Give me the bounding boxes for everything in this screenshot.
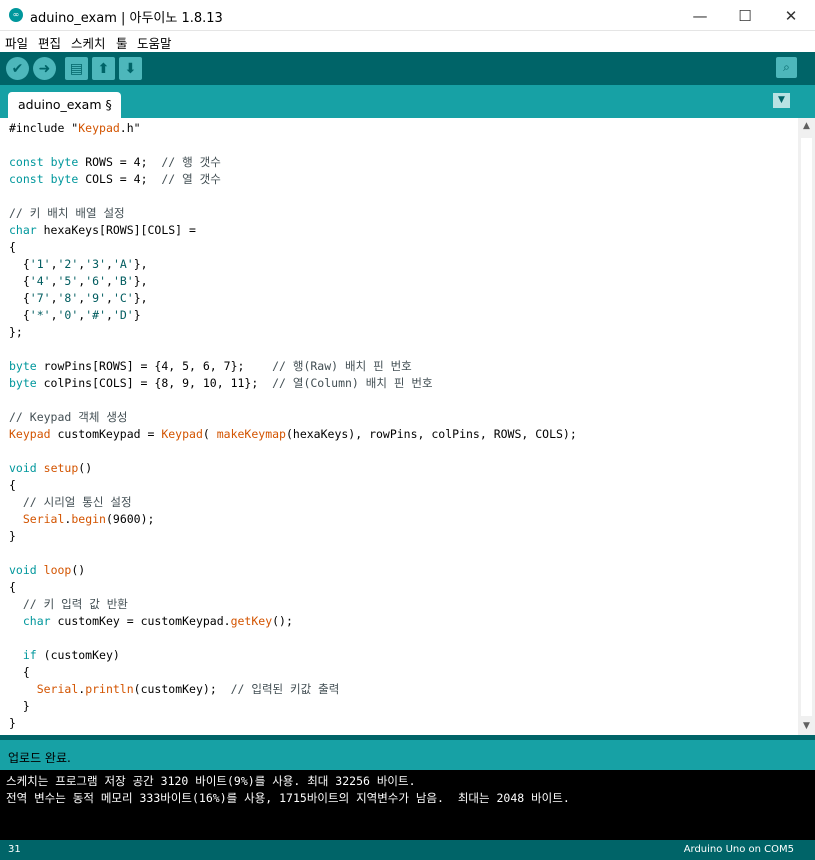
code-line[interactable]: {: [9, 665, 30, 679]
code-line[interactable]: {: [9, 478, 16, 492]
code-line[interactable]: char customKey = customKeypad.getKey();: [9, 614, 293, 628]
console-line: 스케치는 프로그램 저장 공간 3120 바이트(9%)를 사용. 최대 322…: [6, 774, 416, 788]
line-number: 31: [8, 844, 21, 855]
menu-file[interactable]: 파일: [5, 33, 28, 52]
code-line[interactable]: Keypad customKeypad = Keypad( makeKeymap…: [9, 427, 577, 441]
close-button[interactable]: ✕: [768, 0, 814, 31]
code-line[interactable]: if (customKey): [9, 648, 120, 662]
menu-edit[interactable]: 편집: [38, 33, 61, 52]
menu-bar: 파일 편집 스케치 툴 도움말: [0, 31, 815, 52]
code-line[interactable]: // 키 입력 값 반환: [9, 597, 128, 611]
code-line[interactable]: {: [9, 240, 16, 254]
code-line[interactable]: // 시리얼 통신 설정: [9, 495, 132, 509]
code-line[interactable]: Serial.begin(9600);: [9, 512, 155, 526]
code-line[interactable]: };: [9, 325, 23, 339]
code-line[interactable]: const byte ROWS = 4; // 행 갯수: [9, 155, 221, 169]
status-message: 업로드 완료.: [8, 751, 71, 765]
status-bar: 업로드 완료.: [0, 735, 815, 770]
chevron-down-icon: ▼: [778, 95, 785, 105]
serial-monitor-icon: ⌕: [783, 60, 790, 74]
open-sketch-button[interactable]: ⬆: [92, 57, 115, 80]
console-output[interactable]: 스케치는 프로그램 저장 공간 3120 바이트(9%)를 사용. 최대 322…: [0, 770, 815, 840]
code-line[interactable]: void setup(): [9, 461, 92, 475]
code-line[interactable]: {'*','0','#','D'}: [9, 308, 141, 322]
code-line[interactable]: // Keypad 객체 생성: [9, 410, 127, 424]
scroll-thumb[interactable]: [801, 138, 812, 716]
arrow-right-icon: ➜: [38, 60, 51, 77]
tab-aduino-exam[interactable]: aduino_exam §: [8, 92, 121, 118]
code-line[interactable]: #include "Keypad.h": [9, 121, 141, 135]
code-line[interactable]: }: [9, 716, 16, 730]
maximize-button[interactable]: ☐: [722, 0, 768, 31]
new-sketch-button[interactable]: ▤: [65, 57, 88, 80]
code-line[interactable]: char hexaKeys[ROWS][COLS] =: [9, 223, 196, 237]
code-text[interactable]: #include "Keypad.h" const byte ROWS = 4;…: [9, 120, 577, 732]
code-line[interactable]: {: [9, 580, 16, 594]
scroll-up-icon[interactable]: ▲: [798, 118, 815, 135]
code-line[interactable]: // 키 배치 배열 설정: [9, 206, 125, 220]
arrow-down-icon: ⬇: [124, 60, 137, 77]
code-line[interactable]: byte rowPins[ROWS] = {4, 5, 6, 7}; // 행(…: [9, 359, 412, 373]
footer-bar: 31 Arduino Uno on COM5: [0, 840, 815, 860]
arrow-up-icon: ⬆: [97, 60, 110, 77]
save-sketch-button[interactable]: ⬇: [119, 57, 142, 80]
console-text: 스케치는 프로그램 저장 공간 3120 바이트(9%)를 사용. 최대 322…: [6, 773, 570, 807]
code-line[interactable]: byte colPins[COLS] = {8, 9, 10, 11}; // …: [9, 376, 433, 390]
board-port-info: Arduino Uno on COM5: [683, 844, 794, 855]
code-line[interactable]: {'4','5','6','B'},: [9, 274, 148, 288]
minimize-button[interactable]: —: [677, 0, 723, 31]
code-line[interactable]: {'1','2','3','A'},: [9, 257, 148, 271]
code-editor[interactable]: #include "Keypad.h" const byte ROWS = 4;…: [0, 118, 815, 735]
code-line[interactable]: Serial.println(customKey); // 입력된 키값 출력: [9, 682, 340, 696]
menu-sketch[interactable]: 스케치: [71, 33, 106, 52]
console-line: 전역 변수는 동적 메모리 333바이트(16%)를 사용, 1715바이트의 …: [6, 791, 570, 805]
code-line[interactable]: const byte COLS = 4; // 열 갯수: [9, 172, 221, 186]
toolbar: ✔ ➜ ▤ ⬆ ⬇: [0, 52, 815, 85]
serial-monitor-button[interactable]: ⌕: [776, 57, 797, 78]
menu-tools[interactable]: 툴: [116, 33, 128, 52]
code-line[interactable]: }: [9, 699, 30, 713]
tab-bar: aduino_exam §: [0, 85, 815, 118]
code-line[interactable]: }: [9, 529, 16, 543]
scroll-down-icon[interactable]: ▼: [798, 718, 815, 735]
code-line[interactable]: void loop(): [9, 563, 85, 577]
title-bar: ∞ aduino_exam | 아두이노 1.8.13 — ☐ ✕: [0, 0, 815, 31]
vertical-scrollbar[interactable]: ▲ ▼: [798, 118, 815, 735]
arduino-logo-icon: ∞: [9, 8, 23, 22]
menu-help[interactable]: 도움말: [137, 33, 172, 52]
code-line[interactable]: {'7','8','9','C'},: [9, 291, 148, 305]
verify-button[interactable]: ✔: [6, 57, 29, 80]
new-file-icon: ▤: [69, 60, 84, 77]
window-title: aduino_exam | 아두이노 1.8.13: [30, 11, 223, 26]
upload-button[interactable]: ➜: [33, 57, 56, 80]
check-icon: ✔: [11, 60, 24, 77]
tab-menu-button[interactable]: ▼: [773, 93, 790, 108]
